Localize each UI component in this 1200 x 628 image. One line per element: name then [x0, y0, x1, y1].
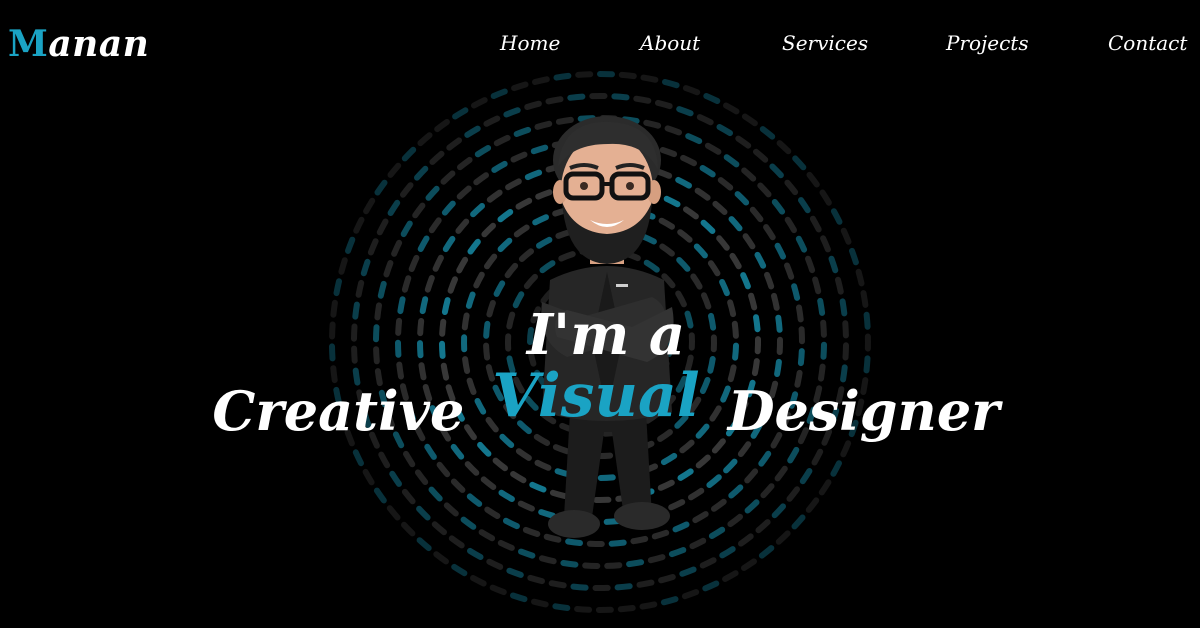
- nav-home-link[interactable]: Home: [500, 30, 560, 56]
- hero-word-visual: Visual: [492, 361, 700, 431]
- hero-headline: Creative Visual Designer: [6, 361, 1200, 451]
- logo-rest: anan: [48, 23, 150, 65]
- hero-word-creative: Creative: [212, 379, 465, 443]
- nav-projects-link[interactable]: Projects: [946, 30, 1029, 56]
- nav-services-link[interactable]: Services: [782, 30, 868, 56]
- brand-logo[interactable]: Manan: [8, 22, 149, 66]
- hero-word-designer: Designer: [727, 379, 1000, 443]
- nav-about-link[interactable]: About: [640, 30, 700, 56]
- logo-initial: M: [8, 23, 49, 65]
- nav-contact-link[interactable]: Contact: [1108, 30, 1187, 56]
